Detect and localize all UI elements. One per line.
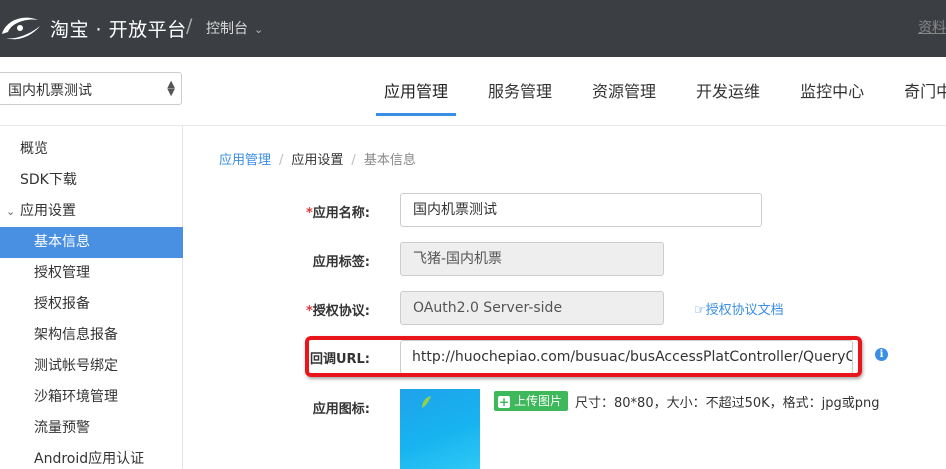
auth-protocol-field: OAuth2.0 Server-side [400, 291, 664, 325]
sidebar-item-android-auth[interactable]: Android应用认证 [0, 444, 183, 469]
sidebar-item-basic-info[interactable]: 基本信息 [0, 227, 183, 258]
docs-link[interactable]: 资料 [918, 17, 946, 37]
select-arrows-icon: ▲ ▼ [167, 79, 175, 98]
sidebar-item-arch-filing[interactable]: 架构信息报备 [0, 320, 183, 351]
required-mark: * [305, 304, 313, 319]
sidebar-item-auth-filing[interactable]: 授权报备 [0, 289, 183, 320]
app-icon-preview [400, 389, 480, 469]
callback-url-input[interactable]: http://huochepiao.com/busuac/busAccessPl… [400, 340, 853, 374]
sidebar-item-overview[interactable]: 概览 [0, 134, 183, 165]
sidebar-item-sdk-download[interactable]: SDK下载 [0, 165, 183, 196]
brand-title[interactable]: 淘宝 · 开放平台 [50, 15, 187, 42]
breadcrumb: 应用管理 / 应用设置 / 基本信息 [219, 149, 416, 168]
app-select-value: 国内机票测试 [8, 83, 92, 99]
auth-protocol-label-text: 授权协议: [312, 304, 370, 319]
sidebar-item-test-account[interactable]: 测试帐号绑定 [0, 351, 183, 382]
sidebar-item-app-settings[interactable]: ⌄ 应用设置 [0, 196, 183, 227]
tab-devops[interactable]: 开发运维 [676, 64, 780, 116]
auth-protocol-label: *授权协议: [250, 300, 370, 319]
sidebar-item-sandbox[interactable]: 沙箱环境管理 [0, 382, 183, 413]
alibaba-logo-icon[interactable] [0, 12, 44, 42]
tab-monitoring[interactable]: 监控中心 [780, 64, 884, 116]
upload-button-label: 上传图片 [514, 394, 563, 408]
leaf-icon [422, 396, 431, 408]
tab-service-management[interactable]: 服务管理 [468, 64, 572, 116]
app-name-label: *应用名称: [250, 202, 370, 221]
top-navbar: 淘宝 · 开放平台 / 控制台 ⌄ 资料 [0, 0, 946, 57]
required-mark: * [305, 206, 313, 221]
app-tag-field: 飞猪-国内机票 [400, 242, 664, 276]
tab-resource-management[interactable]: 资源管理 [572, 64, 676, 116]
app-name-label-text: 应用名称: [312, 206, 370, 221]
app-icon-label: 应用图标: [312, 402, 370, 417]
sidebar-item-traffic-alert[interactable]: 流量预警 [0, 413, 183, 444]
chevron-down-icon: ⌄ [254, 23, 264, 36]
sidebar: 概览 SDK下载 ⌄ 应用设置 基本信息 授权管理 授权报备 架构信息报备 测试帐… [0, 126, 183, 469]
app-select[interactable]: 国内机票测试 ▲ ▼ [0, 72, 182, 105]
app-name-input[interactable]: 国内机票测试 [400, 193, 762, 227]
tab-app-management[interactable]: 应用管理 [364, 64, 468, 116]
auth-doc-link[interactable]: ☞授权协议文档 [694, 299, 784, 318]
console-label: 控制台 [206, 21, 248, 37]
sidebar-item-auth-management[interactable]: 授权管理 [0, 258, 183, 289]
info-icon[interactable]: i [875, 348, 888, 361]
tab-qimen[interactable]: 奇门中 [884, 64, 946, 116]
app-tag-label: 应用标签: [312, 255, 370, 270]
plus-icon: + [498, 395, 510, 409]
console-menu[interactable]: 控制台 ⌄ [206, 18, 263, 38]
chevron-down-icon: ⌄ [6, 205, 16, 218]
upload-size-hint: 尺寸：80*80，大小：不超过50K，格式：jpg或png [575, 396, 880, 411]
pointer-hand-icon: ☞ [694, 303, 706, 318]
brand-separator: / [186, 15, 193, 37]
breadcrumb-sep: / [351, 153, 356, 168]
callback-url-label: 回调URL: [309, 352, 370, 367]
breadcrumb-sep: / [279, 153, 284, 168]
breadcrumb-current: 基本信息 [363, 153, 416, 168]
auth-doc-link-label: 授权协议文档 [705, 303, 784, 318]
sidebar-item-label: 应用设置 [20, 203, 76, 219]
breadcrumb-app-settings[interactable]: 应用设置 [291, 153, 343, 168]
breadcrumb-app-management[interactable]: 应用管理 [219, 153, 271, 168]
upload-image-button[interactable]: + 上传图片 [494, 391, 569, 411]
main-nav-tabs: 应用管理 服务管理 资源管理 开发运维 监控中心 奇门中 [364, 64, 946, 116]
